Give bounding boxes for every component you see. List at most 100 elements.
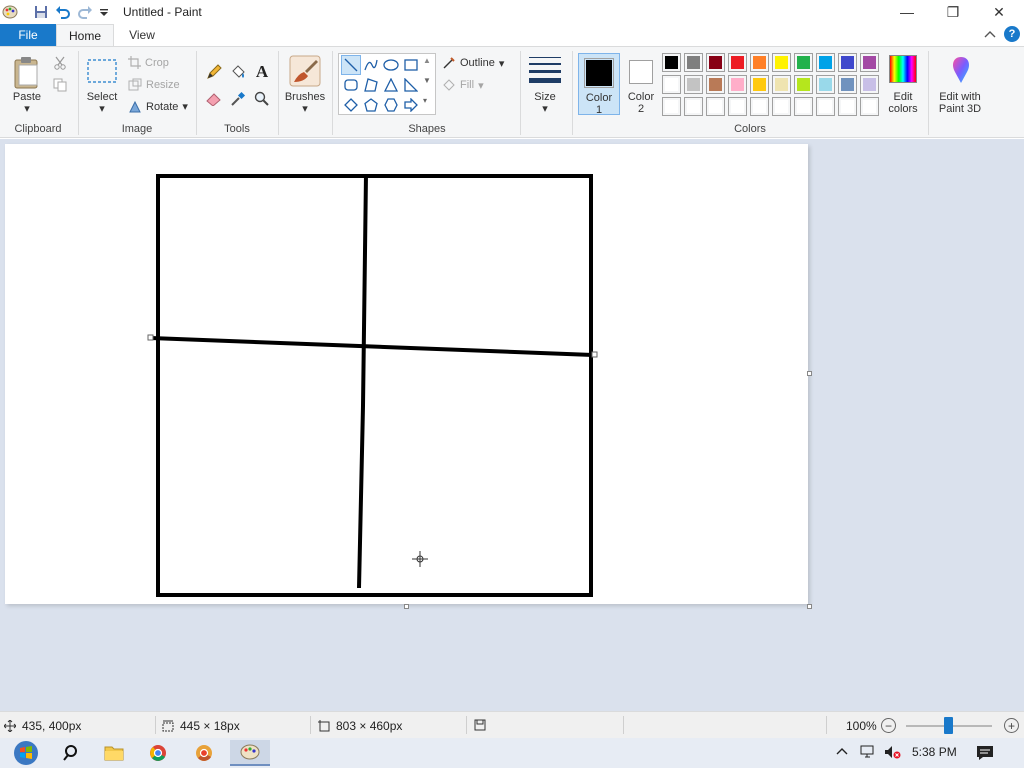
palette-swatch[interactable]	[662, 97, 681, 116]
volume-muted-icon[interactable]	[884, 745, 902, 762]
palette-swatch[interactable]	[838, 97, 857, 116]
curve-shape-icon[interactable]	[361, 55, 381, 75]
canvas-resize-handle-bottom[interactable]	[404, 604, 409, 609]
canvas-resize-handle-right[interactable]	[807, 371, 812, 376]
text-tool-icon[interactable]: A	[252, 62, 272, 82]
brushes-label[interactable]: Brushes	[282, 91, 328, 103]
palette-swatch[interactable]	[838, 53, 857, 72]
help-icon[interactable]: ?	[1004, 26, 1020, 42]
paint-taskbar-button[interactable]	[230, 740, 270, 766]
triangle-shape-icon[interactable]	[381, 75, 401, 95]
tab-file[interactable]: File	[0, 24, 56, 46]
palette-swatch[interactable]	[816, 75, 835, 94]
zoom-in-button[interactable]: +	[1004, 718, 1019, 733]
canvas-resize-handle-corner[interactable]	[807, 604, 812, 609]
hexagon-shape-icon[interactable]	[381, 95, 401, 115]
chrome-button[interactable]	[138, 740, 178, 766]
color2-button[interactable]: Color 2	[622, 53, 660, 115]
network-icon[interactable]	[860, 745, 876, 762]
palette-swatch[interactable]	[816, 53, 835, 72]
palette-swatch[interactable]	[684, 97, 703, 116]
paste-icon[interactable]	[12, 55, 42, 91]
palette-swatch[interactable]	[794, 53, 813, 72]
oval-shape-icon[interactable]	[381, 55, 401, 75]
palette-swatch[interactable]	[772, 75, 791, 94]
size-label[interactable]: Size	[524, 91, 566, 103]
line-endpoint-handle[interactable]	[591, 351, 598, 358]
fill-button[interactable]: Fill ▾	[442, 78, 484, 92]
palette-swatch[interactable]	[728, 97, 747, 116]
line-shape-icon[interactable]	[341, 55, 361, 75]
copy-icon[interactable]	[50, 75, 70, 95]
redo-icon[interactable]	[75, 3, 95, 21]
color1-button[interactable]: Color 1	[578, 53, 620, 116]
fill-bucket-icon[interactable]	[228, 62, 248, 82]
palette-swatch[interactable]	[728, 75, 747, 94]
collapse-ribbon-icon[interactable]	[984, 29, 996, 39]
paste-dropdown-icon[interactable]: ▾	[8, 103, 46, 115]
shapes-scroll-down-icon[interactable]: ▼	[423, 76, 431, 85]
palette-swatch[interactable]	[860, 75, 879, 94]
zoom-slider-thumb[interactable]	[944, 717, 953, 734]
show-hidden-icons-button[interactable]	[836, 745, 848, 759]
start-button[interactable]	[4, 740, 48, 766]
paste-label[interactable]: Paste	[8, 91, 46, 103]
zoom-out-button[interactable]: −	[881, 718, 896, 733]
close-button[interactable]: ✕	[976, 0, 1022, 24]
cut-icon[interactable]	[50, 53, 70, 73]
palette-swatch[interactable]	[860, 53, 879, 72]
resize-button[interactable]: Resize	[128, 78, 180, 91]
palette-swatch[interactable]	[794, 97, 813, 116]
size-icon[interactable]	[528, 55, 562, 85]
diamond-shape-icon[interactable]	[341, 95, 361, 115]
notifications-icon[interactable]	[976, 745, 994, 764]
palette-swatch[interactable]	[684, 75, 703, 94]
right-triangle-shape-icon[interactable]	[401, 75, 421, 95]
restore-button[interactable]: ❐	[930, 0, 976, 24]
undo-icon[interactable]	[53, 3, 73, 21]
edit-colors-button[interactable]: Edit colors	[884, 53, 922, 115]
brushes-icon[interactable]	[288, 54, 322, 88]
line-endpoint-handle[interactable]	[147, 334, 154, 341]
customize-quick-access-icon[interactable]	[94, 3, 114, 21]
right-arrow-shape-icon[interactable]	[401, 95, 421, 115]
color-picker-icon[interactable]	[228, 89, 248, 109]
palette-swatch[interactable]	[750, 53, 769, 72]
palette-swatch[interactable]	[684, 53, 703, 72]
chrome-canary-button[interactable]	[184, 740, 224, 766]
file-explorer-button[interactable]	[94, 740, 134, 766]
rounded-rectangle-shape-icon[interactable]	[341, 75, 361, 95]
palette-swatch[interactable]	[728, 53, 747, 72]
palette-swatch[interactable]	[750, 97, 769, 116]
clock-time[interactable]: 5:38 PM	[912, 745, 957, 759]
paint-app-icon[interactable]	[0, 3, 20, 21]
tab-view[interactable]: View	[120, 24, 164, 46]
shapes-expand-icon[interactable]: ▾	[423, 96, 427, 105]
palette-swatch[interactable]	[662, 53, 681, 72]
palette-swatch[interactable]	[772, 97, 791, 116]
outline-button[interactable]: Outline ▾	[442, 56, 504, 70]
select-label[interactable]: Select	[82, 91, 122, 103]
palette-swatch[interactable]	[838, 75, 857, 94]
polygon-shape-icon[interactable]	[361, 75, 381, 95]
rectangle-shape-icon[interactable]	[401, 55, 421, 75]
palette-swatch[interactable]	[706, 53, 725, 72]
rotate-button[interactable]: Rotate ▾	[128, 100, 188, 113]
pentagon-shape-icon[interactable]	[361, 95, 381, 115]
minimize-button[interactable]: —	[884, 0, 930, 24]
palette-swatch[interactable]	[772, 53, 791, 72]
eraser-icon[interactable]	[204, 89, 224, 109]
palette-swatch[interactable]	[750, 75, 769, 94]
save-icon[interactable]	[31, 3, 51, 21]
palette-swatch[interactable]	[860, 97, 879, 116]
palette-swatch[interactable]	[816, 97, 835, 116]
brushes-dropdown-icon[interactable]: ▾	[282, 103, 328, 115]
edit-with-paint3d-button[interactable]: Edit with Paint 3D	[932, 53, 988, 115]
shapes-scroll-up-icon[interactable]: ▲	[423, 56, 431, 65]
search-button[interactable]	[52, 740, 92, 766]
drawing-canvas[interactable]	[5, 144, 808, 604]
select-dropdown-icon[interactable]: ▾	[82, 103, 122, 115]
palette-swatch[interactable]	[794, 75, 813, 94]
palette-swatch[interactable]	[706, 97, 725, 116]
palette-swatch[interactable]	[706, 75, 725, 94]
